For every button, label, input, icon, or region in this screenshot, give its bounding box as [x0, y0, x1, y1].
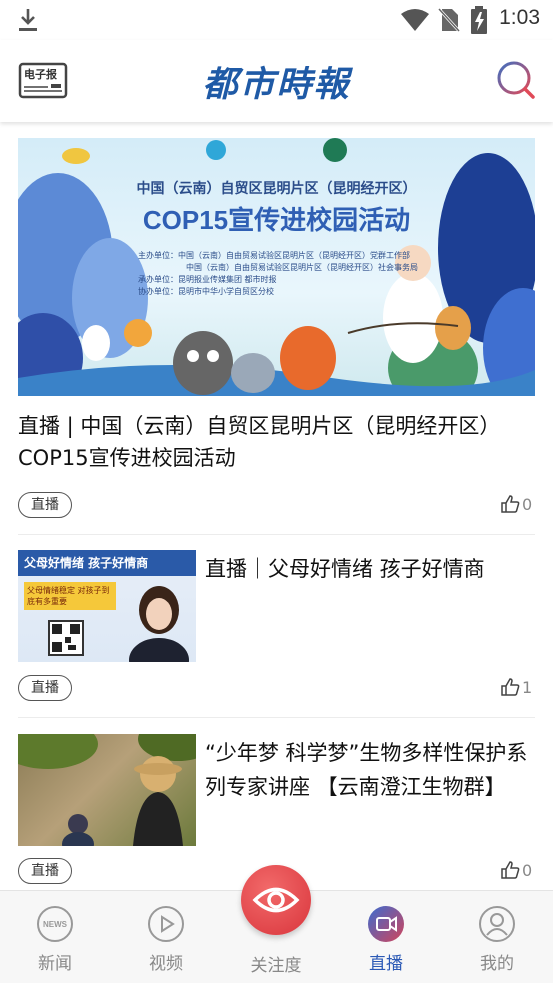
nav-label: 新闻 — [38, 954, 72, 974]
nav-live[interactable]: 直播 — [346, 905, 426, 974]
search-icon[interactable] — [496, 60, 536, 100]
speaker-portrait — [129, 586, 189, 662]
thumbs-up-icon — [501, 861, 520, 879]
nav-label[interactable]: 关注度 — [236, 951, 316, 976]
eye-icon — [252, 887, 300, 913]
divider — [18, 717, 535, 718]
nav-video[interactable]: 视频 — [126, 905, 206, 974]
item-thumbnail[interactable]: 父母好情绪 孩子好情商 父母情绪稳定 对孩子到底有多重要 — [18, 550, 196, 662]
featured-title[interactable]: 直播 | 中国（云南）自贸区昆明片区（昆明经开区）COP15宣传进校园活动 — [18, 410, 528, 474]
svg-text:NEWS: NEWS — [43, 920, 68, 929]
nav-label: 我的 — [480, 954, 514, 974]
live-tag[interactable]: 直播 — [18, 492, 72, 518]
item-title[interactable]: “少年梦 科学梦”生物多样性保护系列专家讲座 【云南澄江生物群】 — [205, 736, 535, 804]
news-icon: NEWS — [37, 906, 73, 942]
thumbs-up-icon — [501, 495, 520, 513]
live-camera-icon — [368, 906, 404, 942]
banner-title-line1: 中国（云南）自贸区昆明片区（昆明经开区） — [136, 181, 417, 197]
banner-organizer-line: 承办单位：昆明报业传媒集团 都市时报 — [138, 275, 277, 284]
item-title[interactable]: 直播｜父母好情绪 孩子好情商 — [205, 552, 535, 586]
like-button[interactable]: 0 — [500, 494, 532, 514]
thumb-header: 父母好情绪 孩子好情商 — [18, 550, 196, 576]
qr-code — [48, 620, 84, 656]
nav-label: 视频 — [149, 954, 183, 974]
news-feed[interactable]: 中国（云南）自贸区昆明片区（昆明经开区） COP15宣传进校园活动 主办单位：中… — [0, 122, 553, 890]
status-time: 1:03 — [499, 6, 540, 29]
nav-focus-button[interactable] — [241, 865, 311, 935]
divider — [18, 534, 535, 535]
user-icon — [479, 906, 515, 942]
like-count: 0 — [522, 860, 533, 880]
app-header: 电子报 都市時報 — [0, 40, 553, 122]
featured-card[interactable]: 中国（云南）自贸区昆明片区（昆明经开区） COP15宣传进校园活动 主办单位：中… — [18, 138, 535, 396]
no-sim-icon — [437, 7, 461, 33]
banner-organizer-line: 协办单位：昆明市中华小学自贸区分校 — [138, 287, 274, 296]
nav-label: 直播 — [369, 954, 403, 974]
like-button[interactable]: 0 — [500, 860, 532, 880]
app-logo: 都市時報 — [202, 64, 351, 105]
like-button[interactable]: 1 — [500, 677, 532, 697]
download-icon — [19, 9, 37, 31]
banner-title-line2: COP15宣传进校园活动 — [142, 205, 411, 235]
battery-charging-icon — [471, 6, 487, 34]
nav-profile[interactable]: 我的 — [457, 905, 537, 974]
play-icon — [148, 906, 184, 942]
bottom-nav: NEWS 新闻 视频 关注度 直播 我的 — [0, 865, 553, 983]
banner-organizer-line: 主办单位：中国（云南）自由贸易试验区昆明片区（昆明经开区）党群工作部 — [138, 251, 410, 260]
like-count: 0 — [522, 494, 533, 514]
featured-banner-image[interactable]: 中国（云南）自贸区昆明片区（昆明经开区） COP15宣传进校园活动 主办单位：中… — [18, 138, 535, 396]
wifi-icon — [401, 9, 429, 31]
item-thumbnail[interactable] — [18, 734, 196, 846]
thumbs-up-icon — [501, 678, 520, 696]
banner-organizers: 主办单位：中国（云南）自由贸易试验区昆明片区（昆明经开区）党群工作部 中国（云南… — [138, 250, 418, 298]
thumb-subtitle: 父母情绪稳定 对孩子到底有多重要 — [24, 582, 116, 610]
status-bar: 1:03 — [0, 0, 553, 40]
live-tag[interactable]: 直播 — [18, 675, 72, 701]
banner-organizer-line: 中国（云南）自由贸易试验区昆明片区（昆明经开区）社会事务局 — [186, 263, 418, 272]
nav-news[interactable]: NEWS 新闻 — [15, 905, 95, 974]
live-tag[interactable]: 直播 — [18, 858, 72, 884]
thumb-photo — [18, 734, 196, 846]
like-count: 1 — [522, 677, 533, 697]
